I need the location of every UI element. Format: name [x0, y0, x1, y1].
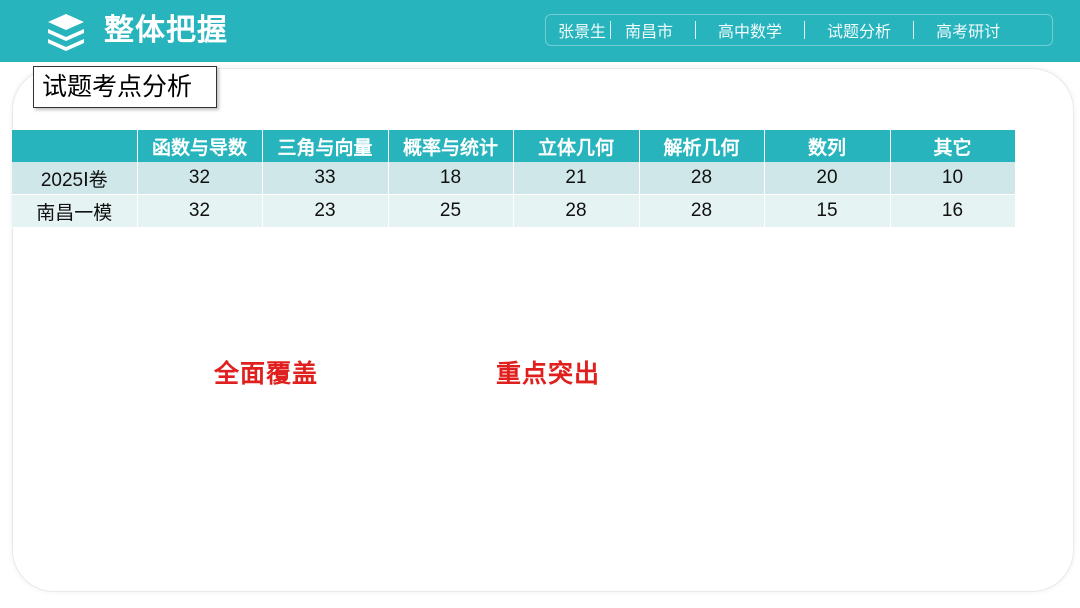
table-cell: 32 — [137, 194, 263, 228]
header-nav: 张景生 南昌市 高中数学 试题分析 高考研讨 — [545, 14, 1053, 46]
table-cell: 20 — [764, 162, 891, 195]
page-title: 整体把握 — [104, 13, 228, 48]
column-header: 函数与导数 — [137, 130, 263, 162]
nav-item-analysis: 试题分析 — [827, 22, 892, 41]
column-header: 解析几何 — [639, 130, 765, 162]
table-cell: 21 — [513, 162, 640, 195]
nav-item-subject: 高中数学 — [718, 22, 783, 41]
table-header-row: 函数与导数 三角与向量 概率与统计 立体几何 解析几何 数列 其它 — [12, 130, 1016, 162]
section-label: 试题考点分析 — [33, 66, 217, 108]
nav-separator — [804, 21, 806, 39]
table-cell: 18 — [388, 162, 514, 195]
column-header: 立体几何 — [513, 130, 640, 162]
table-row: 南昌一模 32 23 25 28 28 15 16 — [12, 194, 1016, 228]
table-cell: 33 — [262, 162, 389, 195]
row-label: 南昌一模 — [12, 194, 138, 228]
column-header — [12, 130, 138, 162]
table-row: 2025Ⅰ卷 32 33 18 21 28 20 10 — [12, 162, 1016, 195]
column-header: 数列 — [764, 130, 891, 162]
table-cell: 23 — [262, 194, 389, 228]
column-header: 其它 — [890, 130, 1016, 162]
nav-item-research: 高考研讨 — [936, 22, 1001, 41]
nav-separator — [695, 21, 697, 39]
layers-icon — [48, 14, 84, 51]
table-cell: 25 — [388, 194, 514, 228]
nav-item-city: 南昌市 — [625, 22, 674, 41]
column-header: 概率与统计 — [388, 130, 514, 162]
table-cell: 28 — [639, 162, 765, 195]
row-label: 2025Ⅰ卷 — [12, 162, 138, 195]
table-cell: 32 — [137, 162, 263, 195]
table-cell: 15 — [764, 194, 891, 228]
table-cell: 16 — [890, 194, 1016, 228]
table-cell: 28 — [639, 194, 765, 228]
exam-topic-table: 函数与导数 三角与向量 概率与统计 立体几何 解析几何 数列 其它 2025Ⅰ卷… — [12, 130, 1016, 228]
highlight-full-coverage: 全面覆盖 — [214, 359, 319, 388]
nav-separator — [610, 21, 612, 39]
nav-separator — [913, 21, 915, 39]
highlight-key-points: 重点突出 — [496, 359, 601, 388]
table-cell: 28 — [513, 194, 640, 228]
column-header: 三角与向量 — [262, 130, 389, 162]
table-cell: 10 — [890, 162, 1016, 195]
nav-item-author: 张景生 — [558, 22, 607, 41]
header-bar: 整体把握 张景生 南昌市 高中数学 试题分析 高考研讨 — [0, 0, 1080, 62]
